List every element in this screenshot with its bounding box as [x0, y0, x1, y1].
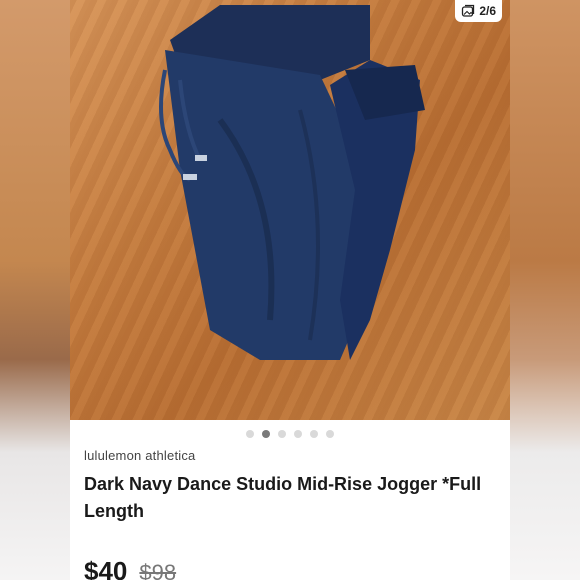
product-photo[interactable]: 2/6 — [70, 0, 510, 420]
image-counter-badge: 2/6 — [455, 0, 502, 22]
price-row: $40 $98 — [84, 556, 176, 580]
current-price: $40 — [84, 556, 128, 580]
carousel-dot-active[interactable] — [262, 430, 270, 438]
image-stack-icon — [462, 4, 475, 17]
listing-title[interactable]: Dark Navy Dance Studio Mid-Rise Jogger *… — [84, 471, 494, 525]
original-price: $98 — [139, 560, 177, 580]
image-counter-text: 2/6 — [479, 4, 496, 18]
carousel-dot[interactable] — [294, 430, 302, 438]
carousel-dot[interactable] — [310, 430, 318, 438]
brand-name[interactable]: lululemon athletica — [84, 448, 195, 463]
carousel-dots[interactable] — [70, 430, 510, 438]
backdrop-left — [0, 0, 70, 580]
backdrop-right — [510, 0, 580, 580]
carousel-dot[interactable] — [278, 430, 286, 438]
listing-card[interactable]: 2/6 lululemon athletica Dark Navy Dance … — [70, 0, 510, 580]
carousel-dot[interactable] — [326, 430, 334, 438]
carousel-dot[interactable] — [246, 430, 254, 438]
jogger-illustration — [159, 5, 425, 360]
